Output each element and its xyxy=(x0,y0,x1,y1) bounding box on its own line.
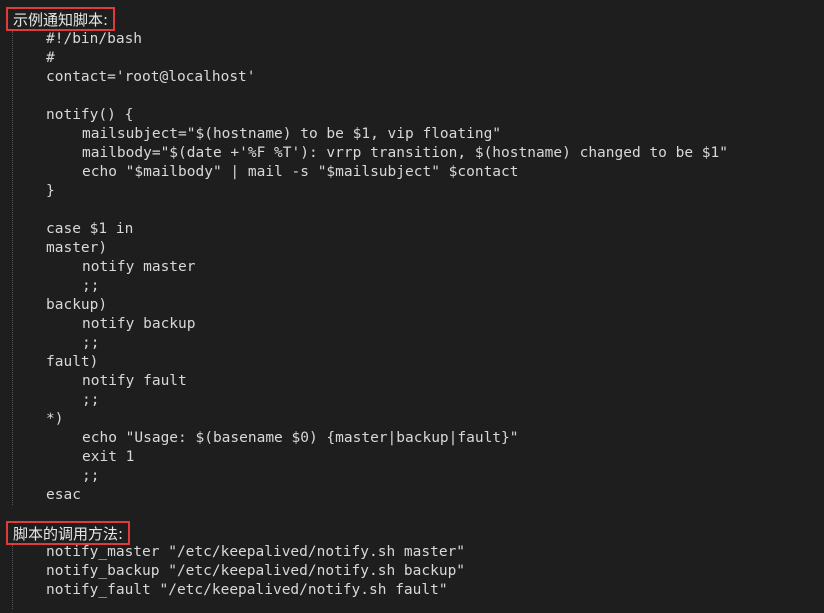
code-line: mailbody="$(date +'%F %T'): vrrp transit… xyxy=(82,145,729,161)
code-viewer: 示例通知脚本: #!/bin/bash # contact='root@localh… xyxy=(0,0,824,613)
code-line: notify() { xyxy=(46,107,134,123)
code-line: ;; xyxy=(82,468,100,484)
code-line: ;; xyxy=(82,278,100,294)
code-line: #!/bin/bash xyxy=(46,31,143,47)
code-line: mailsubject="$(hostname) to be $1, vip f… xyxy=(82,126,502,142)
code-line: notify fault xyxy=(82,373,187,389)
code-line: echo "Usage: $(basename $0) {master|back… xyxy=(82,430,519,446)
code-line: fault) xyxy=(46,354,99,370)
code-line: notify backup xyxy=(82,316,196,332)
code-line: case $1 in xyxy=(46,221,134,237)
code-line: } xyxy=(46,183,55,199)
example-script-heading: 示例通知脚本: xyxy=(6,7,116,31)
code-line: ;; xyxy=(82,392,100,408)
example-script-code: #!/bin/bash # contact='root@localhost' noti… xyxy=(46,30,728,505)
code-line: notify_master "/etc/keepalived/notify.sh… xyxy=(46,544,466,560)
code-line: contact='root@localhost' xyxy=(46,69,256,85)
usage-code: notify_master "/etc/keepalived/notify.sh… xyxy=(46,543,465,600)
code-line: echo "$mailbody" | mail -s "$mailsubject… xyxy=(82,164,519,180)
code-line: notify master xyxy=(82,259,196,275)
code-line: master) xyxy=(46,240,108,256)
code-line: ;; xyxy=(82,335,100,351)
usage-heading: 脚本的调用方法: xyxy=(6,521,131,545)
code-line: esac xyxy=(46,487,81,503)
code-line: exit 1 xyxy=(82,449,135,465)
indent-guide xyxy=(12,31,13,505)
code-line: backup) xyxy=(46,297,108,313)
code-line: # xyxy=(46,50,55,66)
code-line: notify_backup "/etc/keepalived/notify.sh… xyxy=(46,563,466,579)
code-line: *) xyxy=(46,411,64,427)
indent-guide xyxy=(12,545,13,609)
code-line: notify_fault "/etc/keepalived/notify.sh … xyxy=(46,582,448,598)
